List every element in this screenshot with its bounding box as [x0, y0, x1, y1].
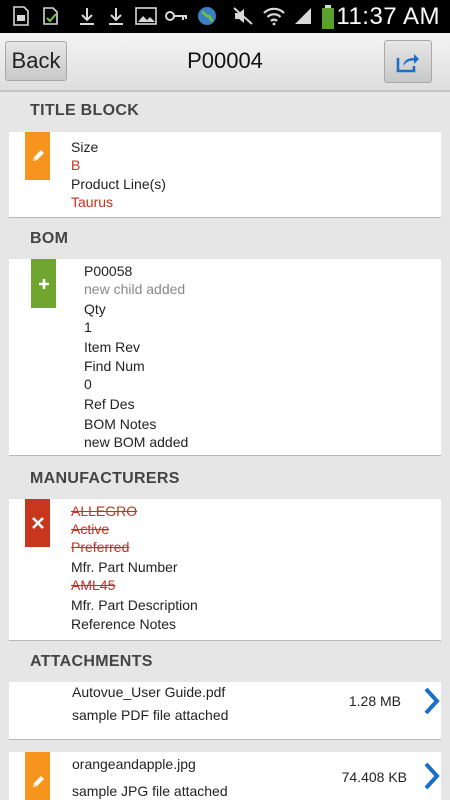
plus-icon [38, 278, 49, 289]
change-detail-content: TITLE BLOCK Size B Product Line(s) Tauru… [0, 92, 450, 800]
page-title: P00004 [187, 48, 263, 73]
signal-icon [292, 6, 314, 26]
wifi-icon [262, 6, 286, 26]
delete-x-icon [31, 517, 44, 529]
field-label-qty: Qty [84, 301, 106, 317]
field-label-reference-notes: Reference Notes [71, 616, 177, 632]
edited-marker [25, 132, 50, 180]
pencil-icon [32, 776, 44, 787]
chevron-right-icon[interactable] [423, 761, 441, 791]
mute-icon [232, 6, 254, 26]
manufacturer-preference: Preferred [71, 539, 130, 555]
battery-icon [320, 5, 336, 29]
attachment-description: sample JPG file attached [72, 783, 228, 799]
key-icon [165, 6, 189, 26]
field-value-qty: 1 [84, 319, 92, 335]
pencil-icon [32, 150, 44, 161]
attachment-size: 74.408 KB [341, 769, 407, 785]
download-icon [105, 6, 127, 26]
manufacturers-card: ALLEGRO Active Preferred Mfr. Part Numbe… [9, 499, 441, 641]
field-value-find-num: 0 [84, 376, 92, 392]
attachment-row[interactable]: orangeandapple.jpg sample JPG file attac… [9, 752, 441, 800]
field-value-size: B [71, 157, 81, 173]
added-marker [31, 259, 56, 308]
share-icon [396, 53, 419, 72]
attachment-filename: Autovue_User Guide.pdf [72, 684, 226, 700]
app-header: Back P00004 [0, 33, 450, 92]
attachment-description: sample PDF file attached [72, 707, 229, 723]
field-label-product-line: Product Line(s) [71, 176, 166, 192]
field-value-mfr-part-number: AML45 [71, 577, 116, 593]
attachment-row[interactable]: Autovue_User Guide.pdf sample PDF file a… [9, 682, 441, 740]
manufacturer-name: ALLEGRO [71, 503, 138, 519]
section-heading-title-block: TITLE BLOCK [30, 102, 140, 119]
field-value-bom-notes: new BOM added [84, 434, 189, 450]
field-label-mfr-part-number: Mfr. Part Number [71, 559, 178, 575]
manufacturer-status: Active [71, 521, 110, 537]
field-value-product-line: Taurus [71, 194, 114, 210]
bom-card: P00058 new child added Qty 1 Item Rev Fi… [9, 259, 441, 456]
attachment-filename: orangeandapple.jpg [72, 756, 196, 772]
share-button[interactable] [384, 40, 432, 83]
bom-item-number: P00058 [84, 263, 133, 279]
field-label-find-num: Find Num [84, 358, 145, 374]
field-label-mfr-part-description: Mfr. Part Description [71, 597, 198, 613]
deleted-marker [25, 499, 50, 547]
bom-change-note: new child added [84, 281, 186, 297]
globe-icon [196, 6, 218, 26]
field-label-bom-notes: BOM Notes [84, 416, 157, 432]
attachment-size: 1.28 MB [348, 693, 401, 709]
sim-card-icon [10, 6, 32, 26]
section-heading-manufacturers: MANUFACTURERS [30, 470, 180, 487]
edited-marker [25, 752, 50, 800]
chevron-right-icon[interactable] [423, 686, 441, 716]
image-icon [134, 6, 158, 26]
status-bar: 11:37 AM [0, 0, 450, 33]
title-block-card: Size B Product Line(s) Taurus [9, 132, 441, 218]
section-heading-attachments: ATTACHMENTS [30, 653, 153, 670]
status-time: 11:37 AM [336, 3, 440, 30]
section-heading-bom: BOM [30, 230, 69, 247]
upload-check-icon [40, 6, 62, 26]
field-label-item-rev: Item Rev [84, 339, 141, 355]
field-label-ref-des: Ref Des [84, 396, 135, 412]
field-label-size: Size [71, 139, 99, 155]
download-icon [76, 6, 98, 26]
